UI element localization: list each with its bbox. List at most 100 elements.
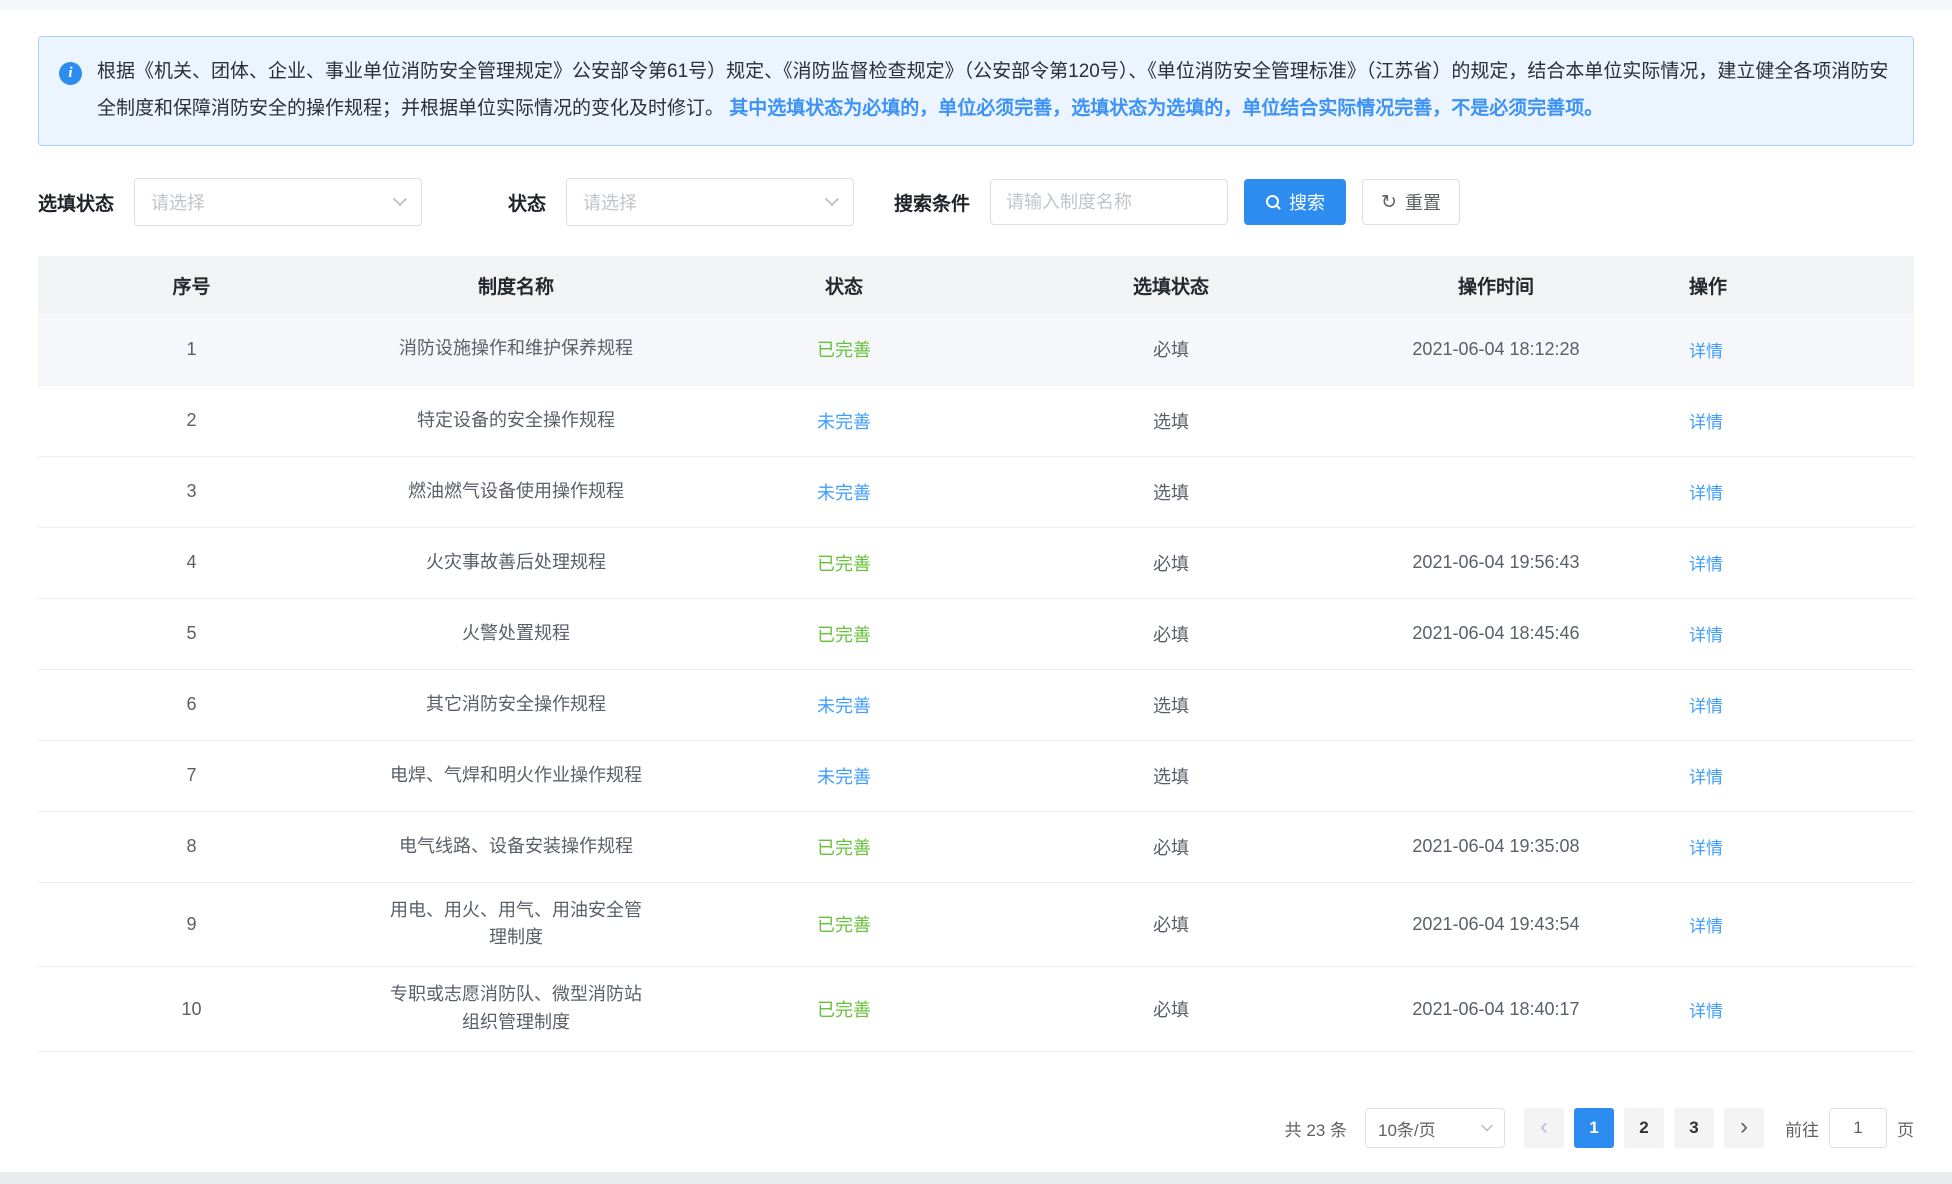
table-row: 6其它消防安全操作规程未完善选填详情 [38,669,1914,740]
chevron-down-icon [825,192,839,206]
status-text: 已完善 [817,340,871,360]
status-text: 已完善 [817,838,871,858]
cell-status: 已完善 [687,598,1001,669]
cell-index: 2 [38,385,345,456]
optional-status-placeholder: 请选择 [151,189,205,215]
cell-time: 2021-06-04 19:35:08 [1341,811,1651,882]
cell-status: 已完善 [687,314,1001,385]
detail-link[interactable]: 详情 [1689,997,1723,1022]
institution-name: 电焊、气焊和明火作业操作规程 [390,762,642,790]
cell-time [1341,669,1651,740]
cell-name: 消防设施操作和维护保养规程 [345,314,687,385]
cell-name: 用电、用火、用气、用油安全管理制度 [345,882,687,967]
cell-name: 电气线路、设备安装操作规程 [345,811,687,882]
institution-name: 火警处置规程 [462,620,570,648]
table-row: 10专职或志愿消防队、微型消防站组织管理制度已完善必填2021-06-04 18… [38,967,1914,1052]
cell-status: 未完善 [687,456,1001,527]
reset-button[interactable]: ↻ 重置 [1362,179,1460,225]
table-row: 8电气线路、设备安装操作规程已完善必填2021-06-04 19:35:08详情 [38,811,1914,882]
detail-link[interactable]: 详情 [1689,763,1723,788]
detail-link[interactable]: 详情 [1689,479,1723,504]
detail-link[interactable]: 详情 [1689,550,1723,575]
alert-text: 根据《机关、团体、企业、事业单位消防安全管理规定》公安部令第61号）规定、《消防… [97,53,1889,127]
institution-name: 专职或志愿消防队、微型消防站组织管理制度 [382,981,650,1037]
institution-name: 电气线路、设备安装操作规程 [399,833,633,861]
cell-status: 已完善 [687,882,1001,967]
detail-link[interactable]: 详情 [1689,912,1723,937]
cell-action: 详情 [1651,456,1914,527]
cell-index: 8 [38,811,345,882]
cell-time: 2021-06-04 18:40:17 [1341,967,1651,1052]
cell-status: 已完善 [687,967,1001,1052]
cell-action: 详情 [1651,314,1914,385]
status-placeholder: 请选择 [583,189,637,215]
filter-bar: 选填状态 请选择 状态 请选择 搜索条件 搜索 ↻ 重置 [38,178,1914,226]
next-page-button[interactable]: › [1724,1108,1764,1148]
cell-time: 2021-06-04 19:43:54 [1341,882,1651,967]
cell-index: 3 [38,456,345,527]
status-label: 状态 [508,189,546,216]
cell-name: 专职或志愿消防队、微型消防站组织管理制度 [345,967,687,1052]
cell-name: 火灾事故善后处理规程 [345,527,687,598]
chevron-down-icon [1481,1120,1493,1132]
cell-required: 选填 [1001,456,1341,527]
cell-status: 未完善 [687,385,1001,456]
cell-time: 2021-06-04 18:12:28 [1341,314,1651,385]
cell-name: 火警处置规程 [345,598,687,669]
cell-index: 6 [38,669,345,740]
cell-status: 已完善 [687,811,1001,882]
search-button[interactable]: 搜索 [1244,179,1346,225]
optional-status-select[interactable]: 请选择 [134,178,422,226]
goto-page: 前往 页 [1785,1108,1914,1148]
detail-link[interactable]: 详情 [1689,337,1723,362]
cell-index: 4 [38,527,345,598]
prev-page-button[interactable]: ‹ [1524,1108,1564,1148]
detail-link[interactable]: 详情 [1689,408,1723,433]
table-row: 2 特定设备的安全操作规程 未完善选填 详情 [38,385,1914,456]
page-size-select[interactable]: 10条/页 [1365,1108,1505,1148]
page-button-1[interactable]: 1 [1574,1108,1614,1148]
cell-required: 必填 [1001,314,1341,385]
cell-required: 选填 [1001,740,1341,811]
cell-required: 必填 [1001,882,1341,967]
goto-page-input[interactable] [1829,1108,1887,1148]
status-text: 未完善 [817,483,871,503]
status-text: 已完善 [817,915,871,935]
page-button-2[interactable]: 2 [1624,1108,1664,1148]
search-condition-label: 搜索条件 [894,189,970,216]
institution-name: 燃油燃气设备使用操作规程 [408,478,624,506]
optional-status-label: 选填状态 [38,189,114,216]
table-row: 5火警处置规程已完善必填2021-06-04 18:45:46详情 [38,598,1914,669]
table-row: 3 燃油燃气设备使用操作规程 未完善 选填 详情 [38,456,1914,527]
column-header-4: 选填状态 [1001,256,1341,314]
goto-unit: 页 [1897,1116,1914,1141]
page-button-3[interactable]: 3 [1674,1108,1714,1148]
cell-action: 详情 [1651,882,1914,967]
detail-link[interactable]: 详情 [1689,621,1723,646]
table-row: 7电焊、气焊和明火作业操作规程未完善选填详情 [38,740,1914,811]
total-count: 共 23 条 [1285,1116,1347,1141]
detail-link[interactable]: 详情 [1689,834,1723,859]
cell-status: 已完善 [687,527,1001,598]
cell-required: 选填 [1001,385,1341,456]
cell-action: 详情 [1651,811,1914,882]
page: i 根据《机关、团体、企业、事业单位消防安全管理规定》公安部令第61号）规定、《… [0,0,1952,1184]
table-row: 1消防设施操作和维护保养规程已完善必填2021-06-04 18:12:28详情 [38,314,1914,385]
status-text: 未完善 [817,767,871,787]
status-select[interactable]: 请选择 [566,178,854,226]
table-row: 4火灾事故善后处理规程已完善必填2021-06-04 19:56:43详情 [38,527,1914,598]
cell-index: 10 [38,967,345,1052]
cell-status: 未完善 [687,669,1001,740]
cell-name: 电焊、气焊和明火作业操作规程 [345,740,687,811]
page-size-value: 10条/页 [1378,1116,1436,1141]
search-input[interactable] [990,179,1228,225]
institution-name: 用电、用火、用气、用油安全管理制度 [382,897,650,953]
cell-required: 选填 [1001,669,1341,740]
goto-label: 前往 [1785,1116,1819,1141]
search-icon [1265,194,1281,210]
institution-name: 特定设备的安全操作规程 [417,407,615,435]
cell-required: 必填 [1001,598,1341,669]
reset-button-label: 重置 [1405,189,1441,215]
detail-link[interactable]: 详情 [1689,692,1723,717]
cell-status: 未完善 [687,740,1001,811]
